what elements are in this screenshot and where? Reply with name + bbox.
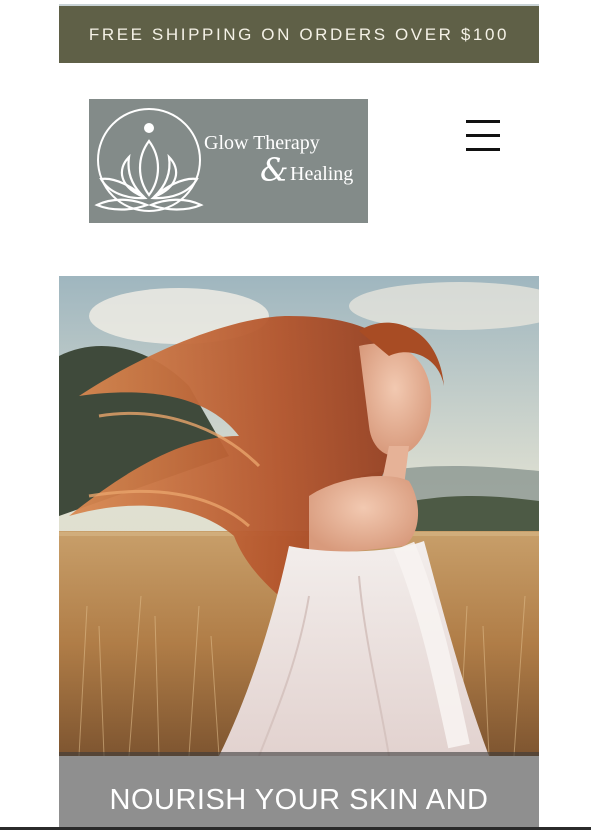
announcement-bar: FREE SHIPPING ON ORDERS OVER $100 xyxy=(59,4,539,63)
site-logo[interactable] xyxy=(89,99,368,223)
hero-caption-text: NOURISH YOUR SKIN AND xyxy=(109,784,489,816)
hero-caption-box: NOURISH YOUR SKIN AND xyxy=(59,756,539,830)
menu-bar-middle xyxy=(466,134,500,137)
logo-ampersand: & xyxy=(260,151,289,189)
menu-bar-top xyxy=(466,120,500,123)
hamburger-menu-icon[interactable] xyxy=(466,118,500,152)
announcement-text: FREE SHIPPING ON ORDERS OVER $100 xyxy=(88,24,510,44)
lotus-icon xyxy=(94,108,204,212)
logo-text-line2: Healing xyxy=(290,163,354,185)
hero-image xyxy=(59,276,539,756)
menu-bar-bottom xyxy=(466,148,500,151)
